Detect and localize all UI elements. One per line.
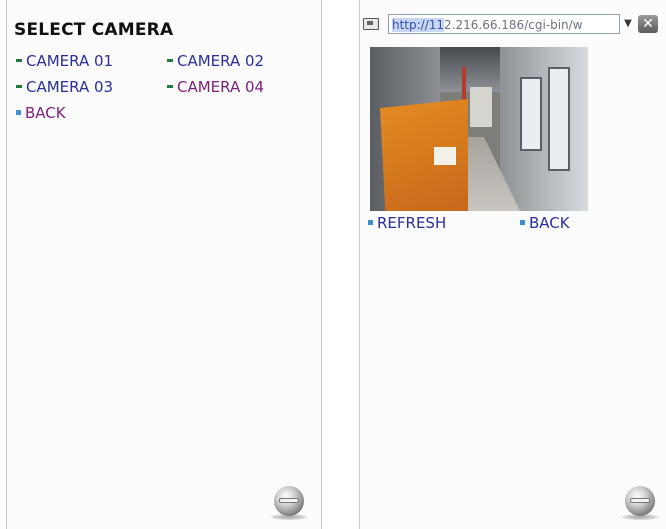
camera-02-link[interactable]: CAMERA 02 xyxy=(167,52,264,70)
address-bar: http://112.216.66.186/cgi-bin/w ▼ ✕ xyxy=(360,12,666,38)
camera-01-link[interactable]: CAMERA 01 xyxy=(16,52,113,70)
camera-01-label: CAMERA 01 xyxy=(26,52,114,70)
back-link[interactable]: BACK xyxy=(520,214,570,232)
url-field[interactable]: http://112.216.66.186/cgi-bin/w xyxy=(388,14,620,34)
bullet-icon xyxy=(167,59,173,62)
feed-door-note xyxy=(434,147,456,165)
feed-wall-right xyxy=(500,47,588,211)
camera-04-label: CAMERA 04 xyxy=(177,78,265,96)
menu-ball-icon[interactable] xyxy=(625,486,655,516)
menu-ball-icon[interactable] xyxy=(274,486,304,516)
feed-corridor-end xyxy=(470,87,492,127)
back-label: BACK xyxy=(25,104,66,122)
camera-03-link[interactable]: CAMERA 03 xyxy=(16,78,113,96)
back-label: BACK xyxy=(529,214,570,232)
url-text: 2.216.66.186/cgi-bin/w xyxy=(444,18,583,32)
close-icon[interactable]: ✕ xyxy=(638,15,658,33)
camera-feed-image xyxy=(370,47,588,211)
page-icon xyxy=(363,18,379,30)
bullet-icon xyxy=(167,85,173,88)
camera-03-label: CAMERA 03 xyxy=(26,78,114,96)
feed-window-panel xyxy=(520,77,542,151)
bullet-icon xyxy=(16,59,22,62)
url-selected-text: http://11 xyxy=(392,18,445,32)
camera-select-screen: SELECT CAMERA CAMERA 01 CAMERA 02 CAMERA… xyxy=(6,0,322,529)
camera-02-label: CAMERA 02 xyxy=(177,52,265,70)
bullet-icon xyxy=(16,85,22,88)
bullet-icon xyxy=(16,110,21,115)
bullet-icon xyxy=(520,220,525,225)
bullet-icon xyxy=(368,220,373,225)
refresh-link[interactable]: REFRESH xyxy=(368,214,446,232)
page-title: SELECT CAMERA xyxy=(14,20,174,40)
feed-window-panel xyxy=(548,67,570,171)
camera-view-screen: http://112.216.66.186/cgi-bin/w ▼ ✕ REFR… xyxy=(359,0,666,529)
back-link[interactable]: BACK xyxy=(16,104,66,122)
refresh-label: REFRESH xyxy=(377,214,447,232)
dropdown-arrow-icon[interactable]: ▼ xyxy=(622,17,634,31)
camera-04-link[interactable]: CAMERA 04 xyxy=(167,78,264,96)
